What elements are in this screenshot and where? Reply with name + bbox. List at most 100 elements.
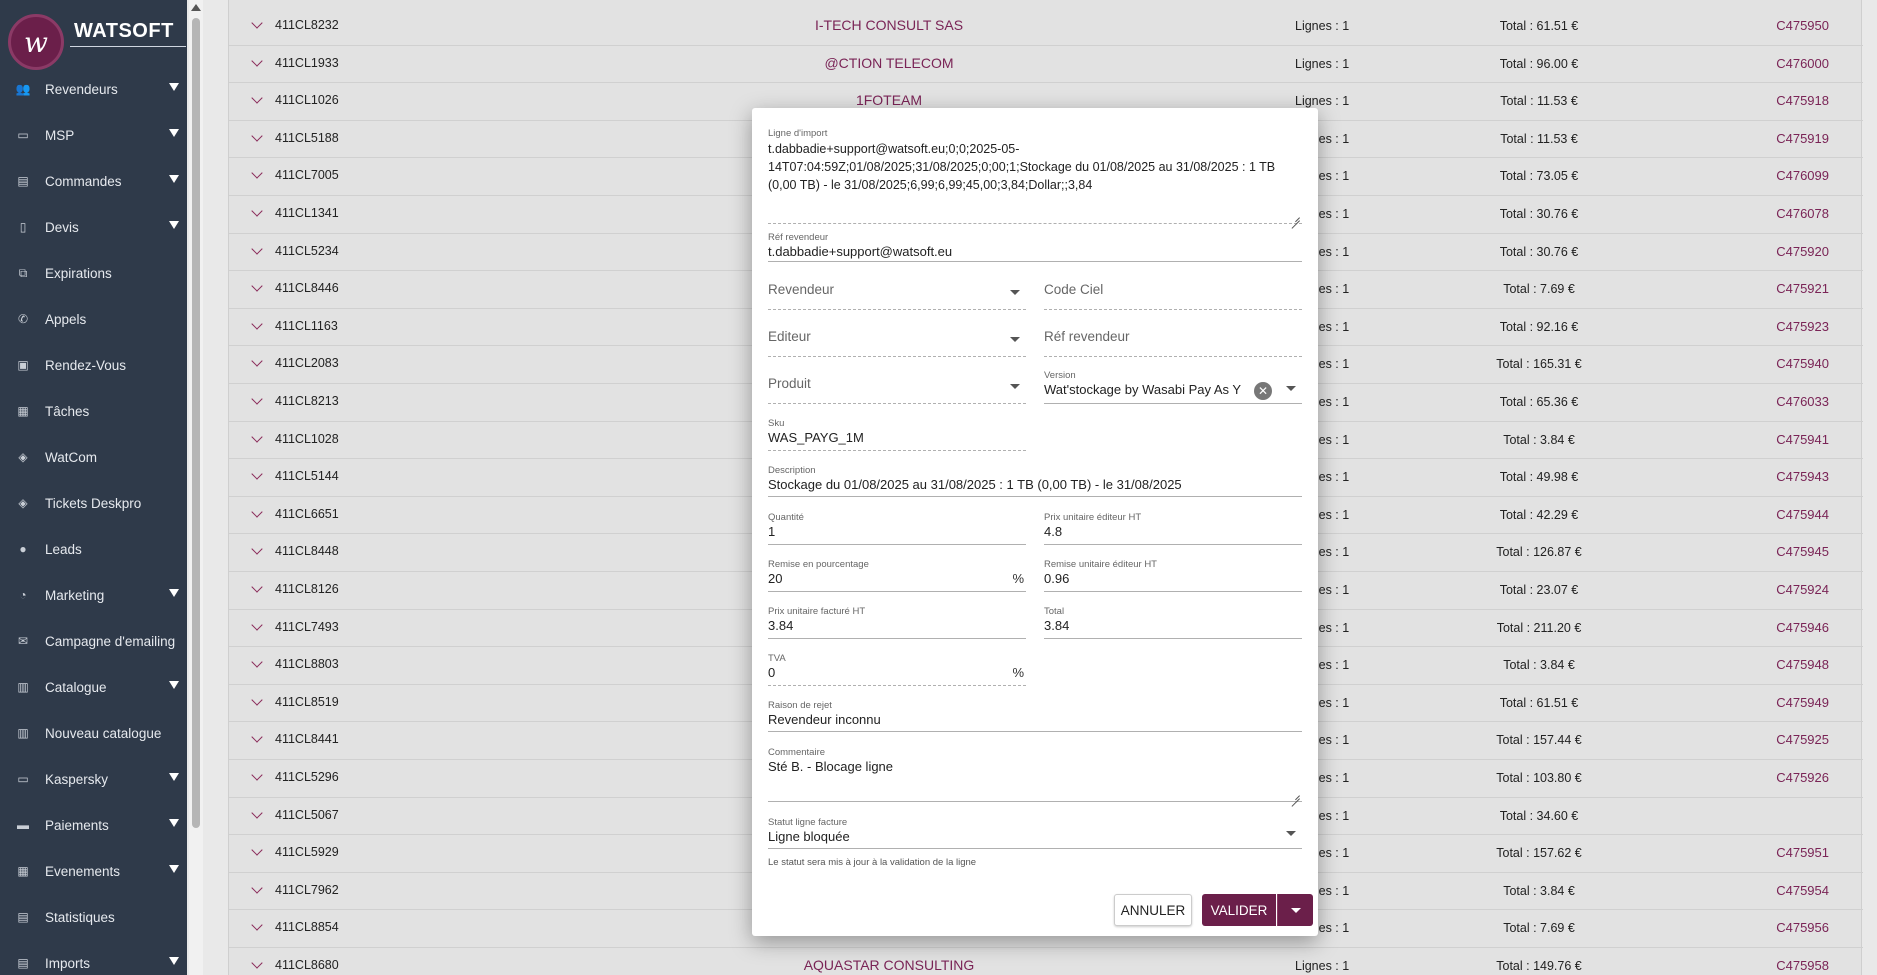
order-number-link[interactable]: C475924: [1749, 582, 1829, 597]
sidebar-item-catalogue[interactable]: ▥ Catalogue: [0, 664, 187, 710]
order-number-link[interactable]: C475944: [1749, 507, 1829, 522]
sidebar-item-marketing[interactable]: ◔ Marketing: [0, 572, 187, 618]
order-number-link[interactable]: C475958: [1749, 958, 1829, 973]
validate-button[interactable]: VALIDER: [1202, 894, 1276, 926]
sidebar-item-kaspersky[interactable]: ▭ Kaspersky: [0, 756, 187, 802]
chevron-down-icon[interactable]: [1286, 386, 1296, 391]
sidebar-item-tickets-deskpro[interactable]: ◈ Tickets Deskpro: [0, 480, 187, 526]
total-field[interactable]: Total 3.84: [1044, 606, 1302, 639]
order-number-link[interactable]: C475940: [1749, 356, 1829, 371]
order-number-link[interactable]: C476000: [1749, 56, 1829, 71]
tva-value[interactable]: 0: [768, 665, 775, 680]
order-number-link[interactable]: C475956: [1749, 920, 1829, 935]
sidebar-item-evenements[interactable]: ▦ Evenements: [0, 848, 187, 894]
expand-chevron-icon[interactable]: [251, 318, 263, 330]
sidebar-item-appels[interactable]: ✆ Appels: [0, 296, 187, 342]
expand-chevron-icon[interactable]: [251, 92, 263, 104]
sidebar-item-watcom[interactable]: ◈ WatCom: [0, 434, 187, 480]
expand-chevron-icon[interactable]: [251, 656, 263, 668]
expand-chevron-icon[interactable]: [251, 694, 263, 706]
expand-chevron-icon[interactable]: [251, 543, 263, 556]
order-number-link[interactable]: C475919: [1749, 131, 1829, 146]
sidebar-item-commandes[interactable]: ▤ Commandes: [0, 158, 187, 204]
sidebar-item-t-ches[interactable]: ▦ Tâches: [0, 388, 187, 434]
expand-chevron-icon[interactable]: [251, 355, 263, 368]
prix-facture-field[interactable]: Prix unitaire facturé HT 3.84: [768, 606, 1026, 639]
cancel-button[interactable]: ANNULER: [1114, 894, 1192, 926]
raison-rejet-field[interactable]: Raison de rejet Revendeur inconnu: [768, 700, 1302, 732]
sidebar-scrollbar[interactable]: [189, 0, 203, 975]
order-number-link[interactable]: C475954: [1749, 883, 1829, 898]
order-number-link[interactable]: C475921: [1749, 281, 1829, 296]
expand-chevron-icon[interactable]: [251, 806, 263, 819]
ref-revendeur-top-field[interactable]: Réf revendeur t.dabbadie+support@watsoft…: [768, 232, 1302, 262]
sidebar-item-revendeurs[interactable]: 👥 Revendeurs: [0, 66, 187, 112]
chevron-down-icon[interactable]: [1010, 384, 1020, 389]
expand-chevron-icon[interactable]: [251, 581, 263, 593]
expand-chevron-icon[interactable]: [251, 393, 263, 405]
client-name-link[interactable]: I-TECH CONSULT SAS: [729, 17, 1049, 33]
order-number-link[interactable]: C475945: [1749, 544, 1829, 559]
revendeur-select[interactable]: Revendeur: [768, 274, 1026, 310]
expand-chevron-icon[interactable]: [251, 919, 263, 932]
table-row[interactable]: 411CL8232 I-TECH CONSULT SAS Lignes : 1 Tot…: [229, 8, 1863, 46]
sidebar-item-rendez-vous[interactable]: ▣ Rendez-Vous: [0, 342, 187, 388]
statut-select[interactable]: Statut ligne facture Ligne bloquée: [768, 817, 1302, 849]
order-number-link[interactable]: C475926: [1749, 770, 1829, 785]
order-number-link[interactable]: C475950: [1749, 18, 1829, 33]
order-number-link[interactable]: C475943: [1749, 469, 1829, 484]
order-number-link[interactable]: C475946: [1749, 620, 1829, 635]
scroll-thumb[interactable]: [192, 18, 200, 828]
order-number-link[interactable]: C476099: [1749, 168, 1829, 183]
chevron-down-icon[interactable]: [1010, 290, 1020, 295]
expand-chevron-icon[interactable]: [251, 882, 263, 894]
sidebar-item-imports[interactable]: ▤ Imports: [0, 940, 187, 975]
raison-rejet-value[interactable]: Revendeur inconnu: [768, 712, 881, 727]
expand-chevron-icon[interactable]: [251, 242, 263, 255]
resize-handle-icon[interactable]: [1291, 790, 1300, 799]
remise-pct-field[interactable]: Remise en pourcentage 20 %: [768, 559, 1026, 592]
code-ciel-field[interactable]: Code Ciel: [1044, 274, 1302, 310]
expand-chevron-icon[interactable]: [251, 468, 263, 480]
commentaire-value[interactable]: Sté B. - Blocage ligne: [768, 759, 893, 774]
chevron-down-icon[interactable]: [1010, 337, 1020, 342]
sku-field[interactable]: Sku WAS_PAYG_1M: [768, 418, 1026, 451]
client-name-link[interactable]: 1FOTEAM: [729, 92, 1049, 108]
client-name-link[interactable]: @CTION TELECOM: [729, 55, 1049, 71]
sidebar-item-statistiques[interactable]: ▤ Statistiques: [0, 894, 187, 940]
total-value[interactable]: 3.84: [1044, 618, 1069, 633]
order-number-link[interactable]: C476078: [1749, 206, 1829, 221]
import-line-field[interactable]: Ligne d'import t.dabbadie+support@watsof…: [768, 128, 1302, 224]
table-row[interactable]: 411CL1933 @CTION TELECOM Lignes : 1 Total :…: [229, 46, 1863, 84]
scroll-up-arrow-icon[interactable]: [191, 4, 201, 11]
expand-chevron-icon[interactable]: [251, 618, 263, 631]
expand-chevron-icon[interactable]: [251, 167, 263, 180]
expand-chevron-icon[interactable]: [251, 205, 263, 217]
version-select[interactable]: Version Wat'stockage by Wasabi Pay As Y …: [1044, 370, 1302, 404]
remise-unitaire-value[interactable]: 0.96: [1044, 571, 1069, 586]
expand-chevron-icon[interactable]: [251, 430, 263, 443]
remise-unitaire-field[interactable]: Remise unitaire éditeur HT 0.96: [1044, 559, 1302, 592]
order-number-link[interactable]: C475923: [1749, 319, 1829, 334]
client-name-link[interactable]: AQUASTAR CONSULTING: [729, 957, 1049, 973]
logo[interactable]: w WATSOFT: [0, 0, 187, 70]
resize-handle-icon[interactable]: [1291, 212, 1300, 221]
expand-chevron-icon[interactable]: [251, 54, 263, 67]
sidebar-item-paiements[interactable]: ▬ Paiements: [0, 802, 187, 848]
expand-chevron-icon[interactable]: [251, 130, 263, 142]
sidebar-item-campagne-d-emailing[interactable]: ✉ Campagne d'emailing: [0, 618, 187, 664]
expand-chevron-icon[interactable]: [251, 769, 263, 781]
commentaire-field[interactable]: Commentaire Sté B. - Blocage ligne: [768, 747, 1302, 802]
sidebar-item-devis[interactable]: ▯ Devis: [0, 204, 187, 250]
prix-unitaire-editeur-value[interactable]: 4.8: [1044, 524, 1062, 539]
validate-options-button[interactable]: [1277, 894, 1313, 926]
sidebar-item-leads[interactable]: ● Leads: [0, 526, 187, 572]
chevron-down-icon[interactable]: [1286, 831, 1296, 836]
expand-chevron-icon[interactable]: [251, 957, 263, 969]
order-number-link[interactable]: C475948: [1749, 657, 1829, 672]
prix-facture-value[interactable]: 3.84: [768, 618, 793, 633]
order-number-link[interactable]: C475925: [1749, 732, 1829, 747]
order-number-link[interactable]: C475920: [1749, 244, 1829, 259]
order-number-link[interactable]: C475941: [1749, 432, 1829, 447]
expand-chevron-icon[interactable]: [251, 506, 263, 518]
